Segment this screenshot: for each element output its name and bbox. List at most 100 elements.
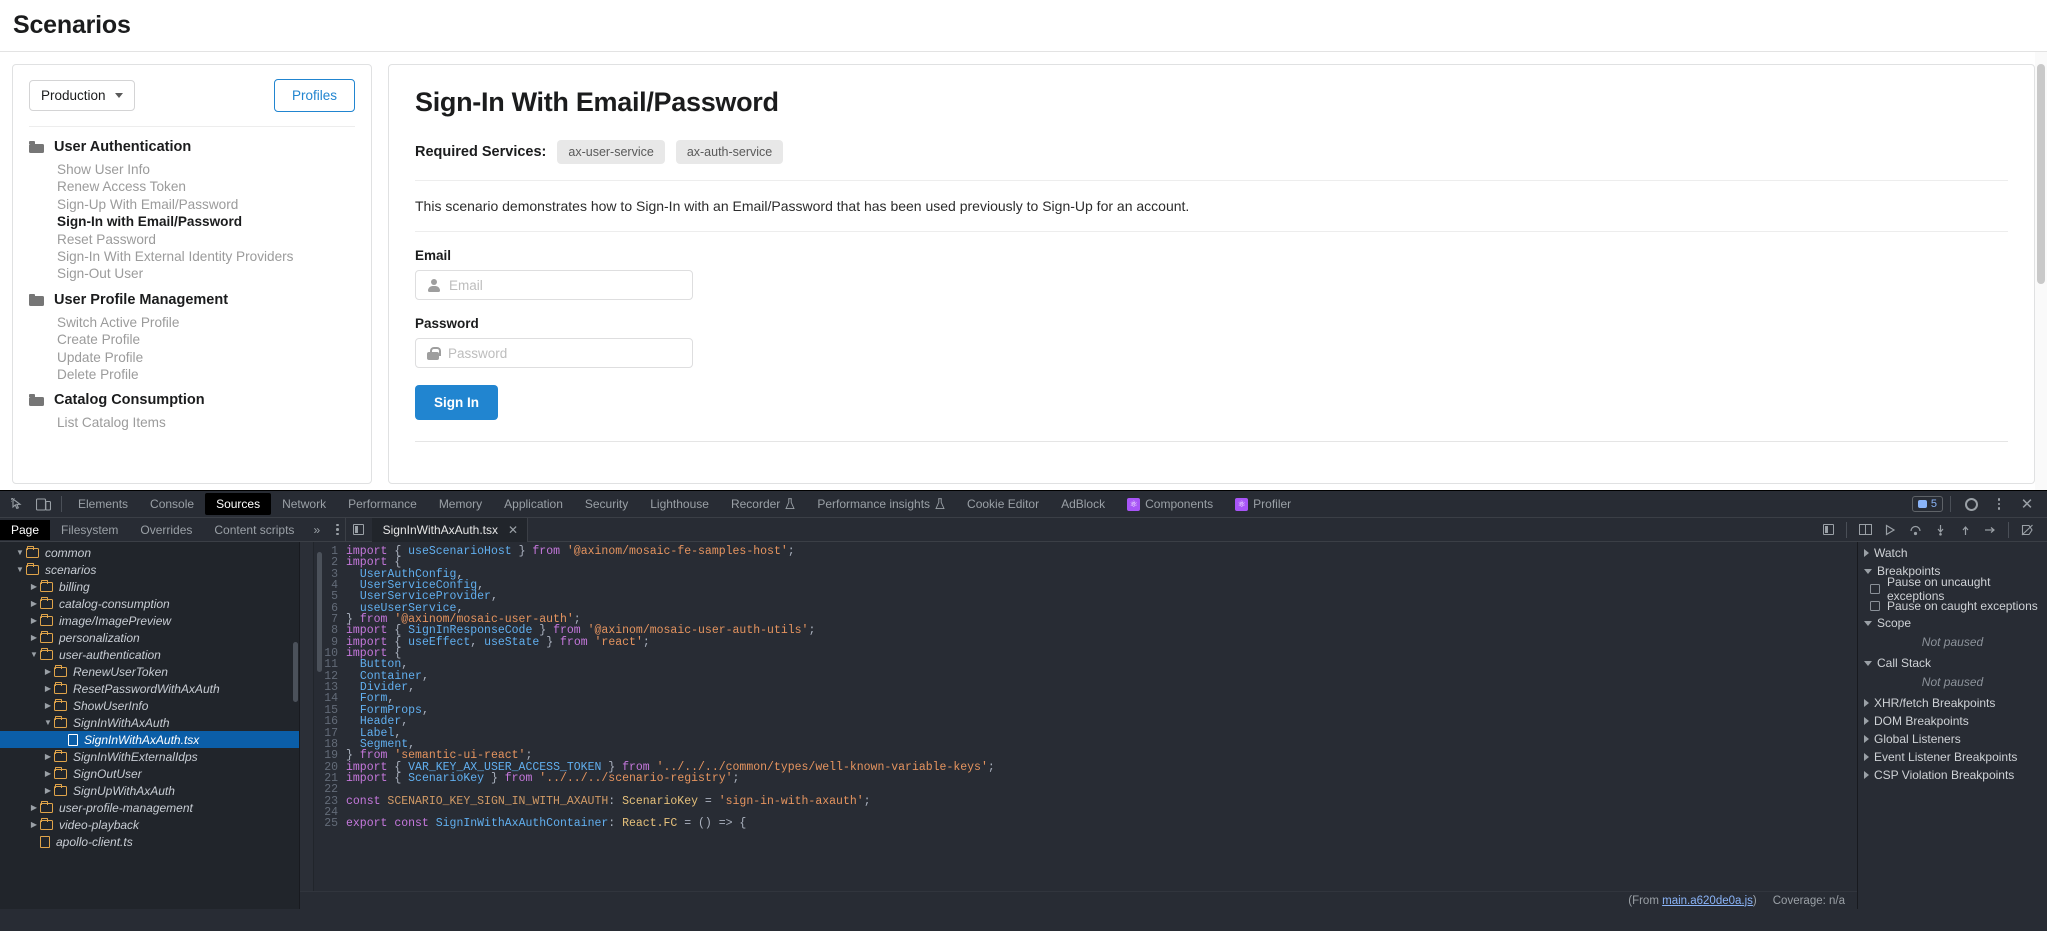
- scenario-item[interactable]: Show User Info: [29, 161, 355, 178]
- pause-on-caught-exceptions-checkbox[interactable]: Pause on caught exceptions: [1858, 597, 2047, 614]
- scenario-item[interactable]: Sign-In With External Identity Providers: [29, 248, 355, 265]
- file-tree-folder[interactable]: ▼common: [0, 544, 299, 561]
- device-toolbar-icon[interactable]: [30, 493, 56, 515]
- twisty-closed-icon[interactable]: ▶: [42, 752, 54, 761]
- devtools-tab-sources[interactable]: Sources: [205, 493, 271, 515]
- twisty-closed-icon[interactable]: ▶: [28, 616, 40, 625]
- twisty-open-icon[interactable]: ▼: [42, 718, 54, 727]
- scenario-item[interactable]: Sign-Up With Email/Password: [29, 196, 355, 213]
- devtools-tab-recorder[interactable]: Recorder: [720, 493, 806, 515]
- sources-nav-tab-content-scripts[interactable]: Content scripts: [203, 520, 305, 540]
- source-origin-link[interactable]: main.a620de0a.js: [1662, 895, 1753, 907]
- twisty-closed-icon[interactable]: ▶: [42, 769, 54, 778]
- password-field-wrapper[interactable]: [415, 338, 693, 368]
- debugger-section-csp-violation-breakpoints[interactable]: CSP Violation Breakpoints: [1858, 766, 2047, 784]
- settings-button[interactable]: [1958, 493, 1984, 515]
- editor-breakpoint-gutter[interactable]: [300, 542, 314, 909]
- sources-nav-tab-page[interactable]: Page: [0, 520, 50, 540]
- twisty-closed-icon[interactable]: ▶: [42, 701, 54, 710]
- devtools-tab-components[interactable]: ⚛Components: [1116, 493, 1224, 515]
- deactivate-breakpoints-button[interactable]: [2015, 519, 2039, 541]
- devtools-tab-network[interactable]: Network: [271, 493, 337, 515]
- scenario-item[interactable]: Switch Active Profile: [29, 314, 355, 331]
- navigator-menu-icon[interactable]: [336, 524, 339, 536]
- file-tree-folder[interactable]: ▶ShowUserInfo: [0, 697, 299, 714]
- devtools-tab-profiler[interactable]: ⚛Profiler: [1224, 493, 1302, 515]
- password-input[interactable]: [448, 346, 681, 361]
- debugger-section-global-listeners[interactable]: Global Listeners: [1858, 730, 2047, 748]
- step-out-button[interactable]: [1953, 519, 1977, 541]
- twisty-closed-icon[interactable]: ▶: [28, 582, 40, 591]
- scenario-item[interactable]: List Catalog Items: [29, 414, 355, 431]
- file-tree-folder[interactable]: ▶ResetPasswordWithAxAuth: [0, 680, 299, 697]
- scenario-item[interactable]: Renew Access Token: [29, 178, 355, 195]
- toggle-navigator-button[interactable]: [346, 518, 372, 542]
- editor-file-tab[interactable]: SignInWithAxAuth.tsx ✕: [372, 518, 528, 542]
- scenario-group-header[interactable]: User Profile Management: [29, 292, 355, 308]
- devtools-tab-cookie-editor[interactable]: Cookie Editor: [956, 493, 1050, 515]
- editor-scrollbar-thumb[interactable]: [317, 552, 322, 672]
- close-devtools-button[interactable]: ✕: [2014, 493, 2040, 515]
- devtools-tab-elements[interactable]: Elements: [67, 493, 139, 515]
- code-editor[interactable]: 1import { useScenarioHost } from '@axino…: [300, 542, 1857, 909]
- file-tree-folder[interactable]: ▶catalog-consumption: [0, 595, 299, 612]
- twisty-closed-icon[interactable]: ▶: [42, 786, 54, 795]
- file-tree-folder[interactable]: ▶SignInWithExternalIdps: [0, 748, 299, 765]
- email-field-wrapper[interactable]: [415, 270, 693, 300]
- devtools-tab-lighthouse[interactable]: Lighthouse: [639, 493, 720, 515]
- twisty-open-icon[interactable]: ▼: [14, 548, 26, 557]
- devtools-tab-performance-insights[interactable]: Performance insights: [806, 493, 956, 515]
- page-scrollbar-thumb[interactable]: [2037, 64, 2045, 284]
- file-tree-folder[interactable]: ▶image/ImagePreview: [0, 612, 299, 629]
- file-tree-folder[interactable]: ▶user-profile-management: [0, 799, 299, 816]
- message-count-badge[interactable]: 5: [1912, 496, 1943, 512]
- scenario-item[interactable]: Sign-In with Email/Password: [29, 213, 355, 230]
- profiles-button[interactable]: Profiles: [274, 79, 355, 112]
- devtools-tab-console[interactable]: Console: [139, 493, 205, 515]
- resume-script-button[interactable]: [1878, 519, 1902, 541]
- step-over-button[interactable]: [1903, 519, 1927, 541]
- scenario-item[interactable]: Delete Profile: [29, 366, 355, 383]
- file-tree-folder[interactable]: ▶billing: [0, 578, 299, 595]
- email-input[interactable]: [449, 278, 681, 293]
- file-tree-folder[interactable]: ▶SignOutUser: [0, 765, 299, 782]
- debugger-section-xhr-fetch-breakpoints[interactable]: XHR/fetch Breakpoints: [1858, 694, 2047, 712]
- twisty-closed-icon[interactable]: ▶: [28, 599, 40, 608]
- devtools-tab-security[interactable]: Security: [574, 493, 639, 515]
- twisty-closed-icon[interactable]: ▶: [42, 667, 54, 676]
- debugger-section-scope[interactable]: Scope: [1858, 614, 2047, 632]
- twisty-closed-icon[interactable]: ▶: [42, 684, 54, 693]
- twisty-closed-icon[interactable]: ▶: [28, 633, 40, 642]
- scenario-group-header[interactable]: Catalog Consumption: [29, 392, 355, 408]
- twisty-open-icon[interactable]: ▼: [14, 565, 26, 574]
- file-tree-folder[interactable]: ▼SignInWithAxAuth: [0, 714, 299, 731]
- debugger-section-watch[interactable]: Watch: [1858, 544, 2047, 562]
- step-button[interactable]: [1978, 519, 2002, 541]
- more-options-button[interactable]: [1986, 493, 2012, 515]
- more-nav-tabs-icon[interactable]: »: [305, 523, 328, 537]
- inspect-element-icon[interactable]: [4, 493, 30, 515]
- file-tree-file[interactable]: apollo-client.ts: [0, 833, 299, 850]
- debugger-section-event-listener-breakpoints[interactable]: Event Listener Breakpoints: [1858, 748, 2047, 766]
- devtools-tab-memory[interactable]: Memory: [428, 493, 493, 515]
- sources-nav-tab-filesystem[interactable]: Filesystem: [50, 520, 129, 540]
- scenario-group-header[interactable]: User Authentication: [29, 139, 355, 155]
- scenario-item[interactable]: Create Profile: [29, 331, 355, 348]
- file-tree-folder[interactable]: ▶RenewUserToken: [0, 663, 299, 680]
- debugger-section-dom-breakpoints[interactable]: DOM Breakpoints: [1858, 712, 2047, 730]
- scenario-item[interactable]: Sign-Out User: [29, 265, 355, 282]
- sign-in-button[interactable]: Sign In: [415, 385, 498, 420]
- file-tree-folder[interactable]: ▼user-authentication: [0, 646, 299, 663]
- environment-select[interactable]: Production: [29, 80, 135, 111]
- debugger-section-call-stack[interactable]: Call Stack: [1858, 654, 2047, 672]
- devtools-tab-adblock[interactable]: AdBlock: [1050, 493, 1116, 515]
- pause-on-uncaught-exceptions-checkbox[interactable]: Pause on uncaught exceptions: [1858, 580, 2047, 597]
- twisty-closed-icon[interactable]: ▶: [28, 820, 40, 829]
- tree-scrollbar-thumb[interactable]: [293, 642, 298, 702]
- sources-nav-tab-overrides[interactable]: Overrides: [129, 520, 203, 540]
- twisty-closed-icon[interactable]: ▶: [28, 803, 40, 812]
- twisty-open-icon[interactable]: ▼: [28, 650, 40, 659]
- step-into-button[interactable]: [1928, 519, 1952, 541]
- devtools-tab-performance[interactable]: Performance: [337, 493, 428, 515]
- scenario-item[interactable]: Update Profile: [29, 349, 355, 366]
